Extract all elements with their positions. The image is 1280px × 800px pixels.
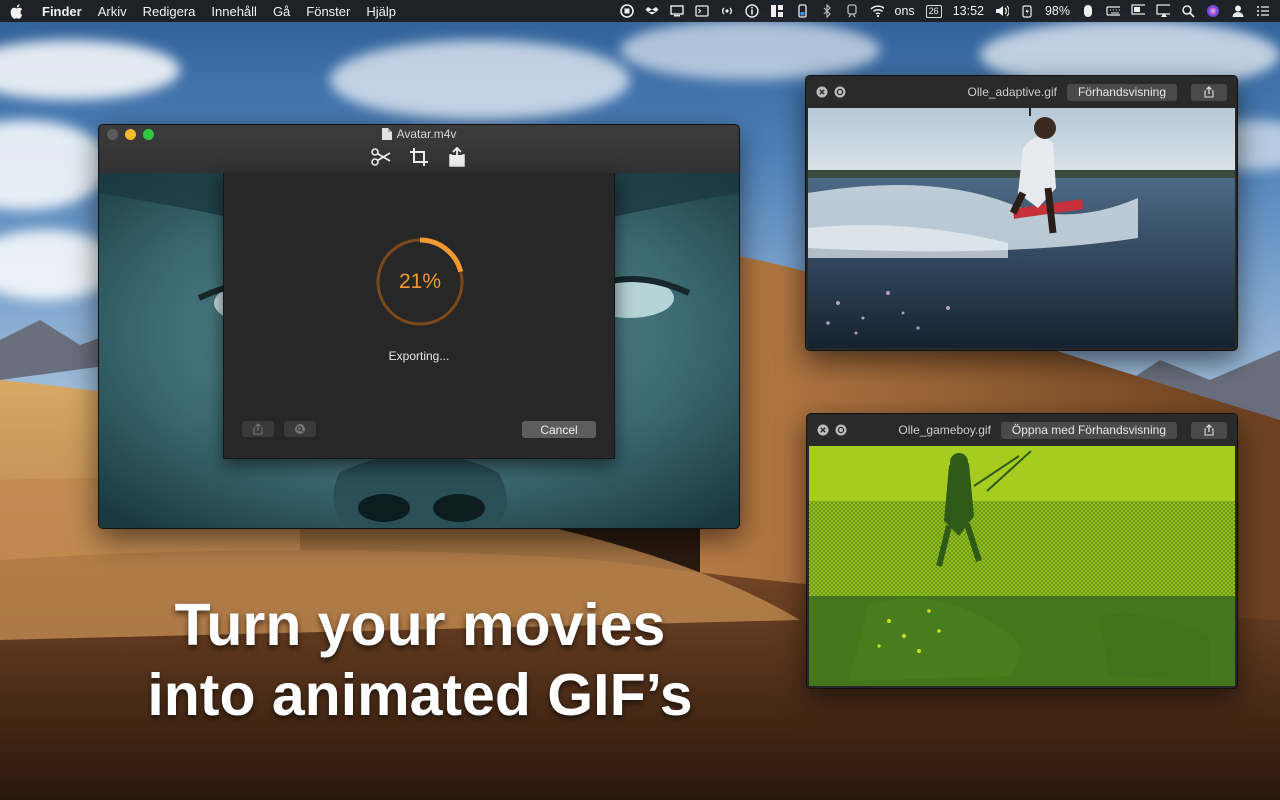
menu-hjalp[interactable]: Hjälp [366,4,396,19]
menu-redigera[interactable]: Redigera [143,4,196,19]
share-icon [1204,424,1214,436]
menu-ga[interactable]: Gå [273,4,290,19]
export-status: Exporting... [388,349,450,363]
clock[interactable]: 13:52 [953,4,984,18]
tagline-line-2: into animated GIF’s [147,662,693,728]
magnifier-icon [295,424,305,434]
crop-icon[interactable] [409,147,429,167]
day-label: ons [894,4,915,18]
search-icon[interactable] [1181,4,1195,18]
user-icon[interactable] [1231,4,1245,18]
menu-app-name[interactable]: Finder [42,4,82,19]
terminal-icon[interactable] [694,4,709,18]
export-sheet: 21% Exporting... Cancel [223,173,615,459]
share-icon [1204,86,1214,98]
cancel-button[interactable]: Cancel [522,421,596,438]
gif-filename: Olle_adaptive.gif [967,85,1057,99]
document-icon [381,128,392,140]
gif-filename: Olle_gameboy.gif [898,423,991,437]
window-titlebar[interactable]: Avatar.m4v [99,125,739,174]
info-icon[interactable] [744,4,759,18]
preview-titlebar[interactable]: Olle_gameboy.gif Öppna med Förhandsvisni… [807,414,1237,446]
window-title: Avatar.m4v [99,127,739,141]
airplay-icon[interactable] [1156,4,1170,18]
close-icon[interactable] [817,424,829,436]
status-menus: ons 26 13:52 98% [619,4,1270,18]
display-icon[interactable] [669,4,684,18]
toggle-icon[interactable] [1081,4,1095,18]
bluetooth-icon[interactable] [820,4,834,18]
record-icon[interactable] [619,4,634,18]
gif-preview-adaptive [808,108,1235,348]
share-button[interactable] [242,421,274,437]
apple-menu-icon[interactable] [10,3,24,19]
toolbar [99,147,739,167]
menu-fonster[interactable]: Fönster [306,4,350,19]
siri-icon[interactable] [1206,4,1220,18]
volume-icon[interactable] [995,4,1009,18]
menu-bar: Finder Arkiv Redigera Innehåll Gå Fönste… [0,0,1280,22]
battery-percent[interactable]: 98% [1045,4,1070,18]
battery-charging-icon[interactable] [1020,4,1034,18]
keyboard-icon[interactable] [1106,4,1120,18]
scissors-icon[interactable] [371,147,391,167]
tagline-line-1: Turn your movies [174,592,666,658]
phone-icon[interactable] [795,4,809,18]
window-title-text: Avatar.m4v [396,127,457,141]
dropbox-icon[interactable] [645,4,659,18]
close-icon[interactable] [816,86,828,98]
train-icon[interactable] [845,4,859,18]
progress-percent: 21% [398,270,442,293]
share-button[interactable] [1191,83,1227,101]
fullscreen-icon[interactable] [835,424,847,436]
broadcast-icon[interactable] [720,4,734,18]
open-in-preview-button[interactable]: Öppna med Förhandsvisning [1000,421,1177,439]
notification-center-icon[interactable] [1256,4,1270,18]
preview-window-gameboy: Olle_gameboy.gif Öppna med Förhandsvisni… [806,413,1238,689]
screen-icon[interactable] [1131,4,1145,18]
main-window: Avatar.m4v 21% Exporting... Cancel [98,124,740,529]
share-icon [253,423,263,435]
fullscreen-icon[interactable] [834,86,846,98]
share-icon[interactable] [447,147,467,167]
menu-arkiv[interactable]: Arkiv [98,4,127,19]
reveal-button[interactable] [284,421,316,437]
preview-window-adaptive: Olle_adaptive.gif Förhandsvisning [805,75,1238,351]
preview-titlebar[interactable]: Olle_adaptive.gif Förhandsvisning [806,76,1237,108]
open-in-preview-button[interactable]: Förhandsvisning [1066,83,1177,101]
wifi-icon[interactable] [869,4,884,18]
date-badge[interactable]: 26 [925,4,942,18]
gif-preview-gameboy [809,446,1235,686]
share-button[interactable] [1191,421,1227,439]
marketing-tagline: Turn your movies into animated GIF’s [100,590,740,730]
menu-innehall[interactable]: Innehåll [211,4,257,19]
window-layout-icon[interactable] [770,4,784,18]
